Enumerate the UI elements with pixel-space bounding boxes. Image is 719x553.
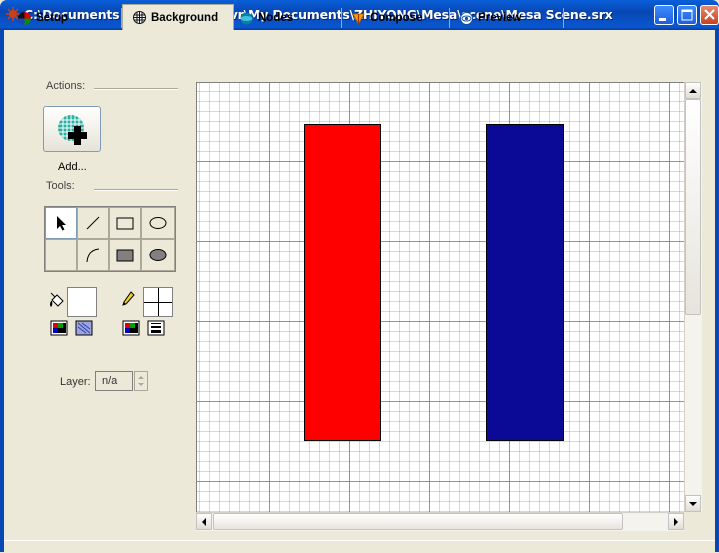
pen-color-picker-icon[interactable] — [122, 320, 140, 336]
add-label: Add... — [58, 161, 87, 173]
tab-label: Nodes — [258, 12, 294, 24]
maximize-icon — [681, 9, 693, 21]
close-button[interactable] — [700, 5, 719, 25]
paint-bucket-icon — [50, 292, 64, 307]
tab-preview[interactable]: Preview — [452, 8, 564, 28]
vertical-scrollbar[interactable] — [684, 82, 702, 512]
scroll-left-button[interactable] — [196, 513, 212, 530]
layer-stepper[interactable] — [134, 371, 148, 391]
setup-icon — [18, 11, 31, 25]
grid-icon — [133, 11, 146, 24]
arrow-left-icon — [202, 517, 206, 526]
tool-blank[interactable] — [45, 239, 77, 271]
red-rectangle[interactable] — [304, 124, 381, 441]
rectangle-icon — [116, 217, 134, 230]
fill-color-picker-icon[interactable] — [50, 320, 68, 336]
tab-background[interactable]: Background — [122, 4, 234, 30]
arrow-down-icon — [689, 501, 697, 506]
blue-rectangle[interactable] — [486, 124, 564, 441]
status-bar — [4, 540, 715, 553]
eye-icon — [460, 11, 473, 25]
layer-label: Layer: — [60, 376, 91, 388]
tool-line[interactable] — [77, 207, 109, 239]
fill-color-swatch[interactable] — [67, 287, 97, 317]
tab-bar — [0, 30, 719, 60]
fill-pattern-icon[interactable] — [75, 320, 93, 336]
tab-label: Compose — [370, 12, 423, 24]
maximize-button[interactable] — [677, 5, 697, 25]
line-icon — [86, 216, 100, 230]
scrollbar-corner — [684, 512, 701, 530]
tools-header: Tools: — [46, 180, 75, 192]
tool-ellipse[interactable] — [141, 207, 175, 239]
divider — [94, 88, 178, 90]
add-button[interactable] — [43, 106, 101, 152]
pencil-icon — [122, 291, 135, 306]
tool-rectangle[interactable] — [109, 207, 141, 239]
tab-label: Setup — [36, 12, 68, 24]
vertical-scroll-thumb[interactable] — [685, 99, 701, 315]
filled-ellipse-icon — [149, 249, 167, 261]
layer-field[interactable]: n/a — [95, 371, 133, 391]
horizontal-scrollbar[interactable] — [196, 512, 684, 531]
ellipse-icon — [149, 217, 167, 229]
background-canvas[interactable] — [196, 82, 685, 513]
minimize-button[interactable] — [654, 5, 674, 25]
arc-icon — [86, 248, 100, 263]
actions-header: Actions: — [46, 80, 86, 92]
tab-nodes[interactable]: Nodes — [236, 8, 342, 28]
tab-label: Background — [151, 11, 219, 24]
tool-filled-ellipse[interactable] — [141, 239, 175, 271]
tool-filled-rectangle[interactable] — [109, 239, 141, 271]
arrow-up-icon — [689, 88, 697, 93]
close-icon — [704, 9, 715, 20]
minimize-icon — [659, 18, 666, 21]
tab-compose[interactable]: Compose — [344, 8, 450, 28]
line-width-icon[interactable] — [147, 320, 165, 336]
tab-label: Preview — [478, 12, 522, 24]
nodes-icon — [240, 12, 253, 24]
divider — [94, 189, 178, 191]
add-background-icon — [58, 115, 87, 145]
filled-rectangle-icon — [116, 249, 134, 262]
tool-arrow[interactable] — [45, 207, 77, 239]
arrow-right-icon — [674, 517, 678, 526]
spin-arrows-icon — [138, 376, 144, 386]
scroll-up-button[interactable] — [685, 82, 701, 99]
tool-arc[interactable] — [77, 239, 109, 271]
scroll-right-button[interactable] — [668, 513, 684, 530]
arrow-icon — [57, 216, 66, 231]
horizontal-scroll-thumb[interactable] — [213, 513, 623, 530]
swatch-crosshair — [144, 302, 172, 303]
scroll-down-button[interactable] — [685, 495, 701, 512]
compose-icon — [352, 13, 365, 25]
tab-setup[interactable]: Setup — [14, 8, 122, 28]
